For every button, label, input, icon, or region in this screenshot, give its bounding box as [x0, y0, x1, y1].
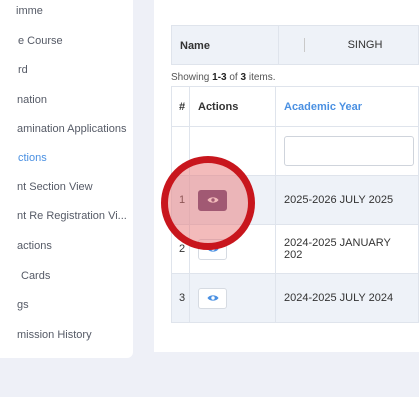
table-row: 1 2025-2026 JULY 2025 — [171, 175, 419, 225]
sidebar-item-settings[interactable]: gs — [17, 299, 29, 311]
row-academic-year: 2024-2025 JULY 2024 — [275, 273, 419, 323]
name-divider — [278, 26, 279, 64]
sidebar-item-programme[interactable]: imme — [16, 5, 43, 17]
row-academic-year: 2024-2025 JANUARY 202 — [275, 224, 419, 274]
results-range: 1-3 — [212, 72, 227, 83]
sidebar-item-course[interactable]: e Course — [18, 35, 63, 47]
row-number: 1 — [171, 175, 190, 225]
view-button[interactable] — [198, 238, 227, 260]
column-header-number: # — [171, 86, 190, 127]
column-header-academic-year[interactable]: Academic Year — [275, 86, 419, 127]
sidebar-item-admission-history[interactable]: mission History — [17, 329, 92, 341]
academic-year-filter-input[interactable] — [284, 136, 414, 166]
table-row: 2 2024-2025 JANUARY 202 — [171, 224, 419, 274]
sidebar-item-re-registration[interactable]: nt Re Registration Vi... — [17, 210, 127, 222]
results-summary: Showing 1-3 of 3 items. — [171, 72, 276, 83]
row-academic-year: 2025-2026 JULY 2025 — [275, 175, 419, 225]
filter-row — [171, 126, 419, 176]
eye-icon — [207, 246, 218, 252]
row-number: 3 — [171, 273, 190, 323]
table-row: 3 2024-2025 JULY 2024 — [171, 273, 419, 323]
sidebar-item-cards[interactable]: Cards — [21, 270, 50, 282]
sidebar-item-board[interactable]: rd — [18, 64, 28, 76]
sidebar-item-transactions[interactable]: actions — [17, 240, 52, 252]
view-button[interactable] — [198, 287, 227, 309]
student-name-row: Name SINGH — [171, 25, 419, 65]
sidebar-item-section-view[interactable]: nt Section View — [17, 181, 93, 193]
sidebar: imme e Course rd nation amination Applic… — [0, 0, 133, 358]
sidebar-item-examination-applications[interactable]: amination Applications — [17, 123, 126, 135]
name-label: Name — [180, 40, 210, 52]
name-value: SINGH — [304, 38, 419, 52]
column-header-actions: Actions — [189, 86, 276, 127]
eye-icon — [207, 197, 218, 203]
view-button[interactable] — [198, 189, 227, 211]
eye-icon — [207, 295, 218, 301]
row-number: 2 — [171, 224, 190, 274]
main-content: Name SINGH Showing 1-3 of 3 items. # Act… — [154, 0, 419, 352]
sidebar-item-examination[interactable]: nation — [17, 94, 47, 106]
transactions-table: # Actions Academic Year 1 2025-2026 JULY… — [171, 86, 419, 323]
sidebar-item-transactions-active[interactable]: ctions — [18, 152, 47, 164]
